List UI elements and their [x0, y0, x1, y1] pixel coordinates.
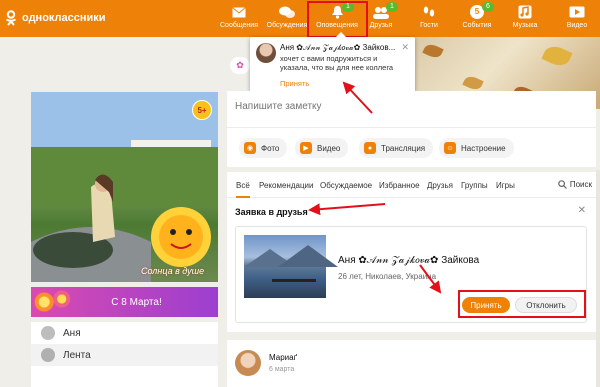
smiley-icon: ☺	[444, 142, 456, 154]
nav-label: События	[462, 22, 492, 29]
add-video-button[interactable]: ▶ Видео	[295, 138, 349, 158]
profile-photo[interactable]: 5+ Солнца в душе	[31, 92, 218, 282]
mountain-shape	[278, 245, 338, 267]
holiday-banner-label: С 8 Марта!	[111, 296, 162, 308]
site-logo[interactable]: одноклассники	[4, 10, 106, 26]
friend-request-photo[interactable]	[244, 235, 338, 298]
sticker-caption: Солнца в душе	[141, 266, 205, 276]
nav-label: Сообщения	[220, 22, 258, 29]
flower-icon	[31, 287, 75, 317]
search-icon	[558, 180, 567, 189]
nav-music[interactable]: Музыка	[502, 4, 548, 29]
chip-label: Фото	[261, 143, 280, 153]
menu-item-label: Аня	[63, 327, 81, 339]
note-composer: ◉ Фото ▶ Видео ● Трансляция ☺ Настроение	[227, 91, 596, 167]
feed-tabs: Всё Рекомендации Обсуждаемое Избранное Д…	[227, 172, 596, 198]
nav-events[interactable]: 5 6 События	[454, 2, 500, 29]
envelope-icon	[216, 4, 262, 20]
leaf-decoration	[462, 73, 484, 93]
top-bar: одноклассники Сообщения Обсуждения 1 Опо…	[0, 0, 600, 38]
music-note-icon	[502, 4, 548, 20]
home-icon	[41, 348, 55, 362]
add-photo-button[interactable]: ◉ Фото	[239, 138, 288, 158]
tab-groups[interactable]: Группы	[461, 181, 488, 190]
photo-count-badge[interactable]: 5+	[192, 100, 212, 120]
notification-text: хочет с вами подружиться и указала, что …	[280, 54, 394, 72]
friend-request-name[interactable]: Аня ✿𝒜𝓃𝓃 𝒵𝒶𝒿𝓀𝑜𝓋𝒶✿ Зайкова	[338, 255, 479, 266]
video-camera-icon: ▶	[300, 142, 312, 154]
friends-badge: 1	[386, 2, 398, 12]
footprints-icon	[406, 4, 452, 20]
tab-friends[interactable]: Друзья	[427, 181, 453, 190]
feed-search[interactable]: Поиск	[558, 180, 592, 189]
logo-text: одноклассники	[22, 12, 106, 24]
set-mood-button[interactable]: ☺ Настроение	[439, 138, 514, 158]
close-icon[interactable]: ✕	[578, 205, 586, 216]
events-badge: 6	[482, 2, 494, 12]
tab-all[interactable]: Всё	[236, 181, 250, 198]
holiday-banner[interactable]: С 8 Марта!	[31, 287, 218, 317]
accept-friend-button[interactable]: Принять	[462, 297, 510, 313]
scrollbar-track[interactable]	[596, 170, 600, 387]
nav-discussions[interactable]: Обсуждения	[264, 4, 310, 29]
close-icon[interactable]: ✕	[401, 42, 409, 53]
avatar[interactable]	[256, 43, 276, 63]
nav-label: Гости	[420, 22, 438, 29]
left-menu: Аня Лента	[31, 322, 218, 387]
pier-shape	[272, 279, 316, 282]
camera-icon: ◉	[244, 142, 256, 154]
friend-request-info: 26 лет, Николаев, Украина	[338, 272, 437, 281]
note-input[interactable]	[235, 101, 575, 112]
tab-discussed[interactable]: Обсуждаемое	[320, 181, 372, 190]
search-label: Поиск	[569, 180, 592, 189]
friend-request-card: Аня ✿𝒜𝓃𝓃 𝒵𝒶𝒿𝓀𝑜𝓋𝒶✿ Зайкова 26 лет, Никола…	[235, 226, 587, 323]
chip-label: Настроение	[461, 143, 506, 153]
friend-request-title: Заявка в друзья	[235, 207, 308, 217]
post-author[interactable]: Мариаґ	[269, 353, 297, 362]
nav-friends[interactable]: 1 Друзья	[358, 2, 404, 29]
notification-accept-link[interactable]: Принять	[280, 79, 309, 88]
menu-item-label: Лента	[63, 349, 91, 361]
tab-favorites[interactable]: Избранное	[379, 181, 420, 190]
feed-post: Мариаґ 6 марта	[227, 340, 596, 387]
notification-sender-name[interactable]: Аня ✿𝒜𝓃𝓃 𝒵𝒶𝒿𝓀𝑜𝓋𝒶✿ Зайков...	[280, 43, 395, 53]
divider	[227, 127, 596, 128]
nav-guests[interactable]: Гости	[406, 4, 452, 29]
leaf-decoration	[422, 41, 444, 61]
video-icon	[554, 4, 600, 20]
nav-video[interactable]: Видео	[554, 4, 600, 29]
decline-friend-button[interactable]: Отклонить	[515, 297, 577, 313]
left-menu-item-profile[interactable]: Аня	[31, 322, 218, 344]
post-date: 6 марта	[269, 366, 295, 373]
avatar[interactable]	[235, 350, 261, 376]
chip-label: Видео	[317, 143, 341, 153]
notification-popup: Аня ✿𝒜𝓃𝓃 𝒵𝒶𝒿𝓀𝑜𝓋𝒶✿ Зайков... хочет с вами…	[250, 32, 415, 92]
nav-messages[interactable]: Сообщения	[216, 4, 262, 29]
chip-label: Трансляция	[381, 143, 426, 153]
tab-games[interactable]: Игры	[496, 181, 515, 190]
broadcast-icon: ●	[364, 142, 376, 154]
start-broadcast-button[interactable]: ● Трансляция	[359, 138, 434, 158]
nav-label: Видео	[566, 22, 588, 29]
flower-icon[interactable]: ✿	[230, 57, 250, 74]
nav-label: Обсуждения	[266, 22, 308, 29]
nav-label: Друзья	[369, 22, 393, 29]
tab-recommendations[interactable]: Рекомендации	[259, 181, 313, 190]
left-menu-item-feed[interactable]: Лента	[31, 344, 218, 366]
feed: Всё Рекомендации Обсуждаемое Избранное Д…	[227, 172, 596, 332]
ok-logo-icon	[4, 10, 18, 26]
photo-scene	[31, 92, 218, 282]
leaf-decoration	[541, 42, 573, 70]
chat-bubbles-icon	[264, 4, 310, 20]
nav-label: Музыка	[512, 22, 538, 29]
avatar-icon	[41, 326, 55, 340]
